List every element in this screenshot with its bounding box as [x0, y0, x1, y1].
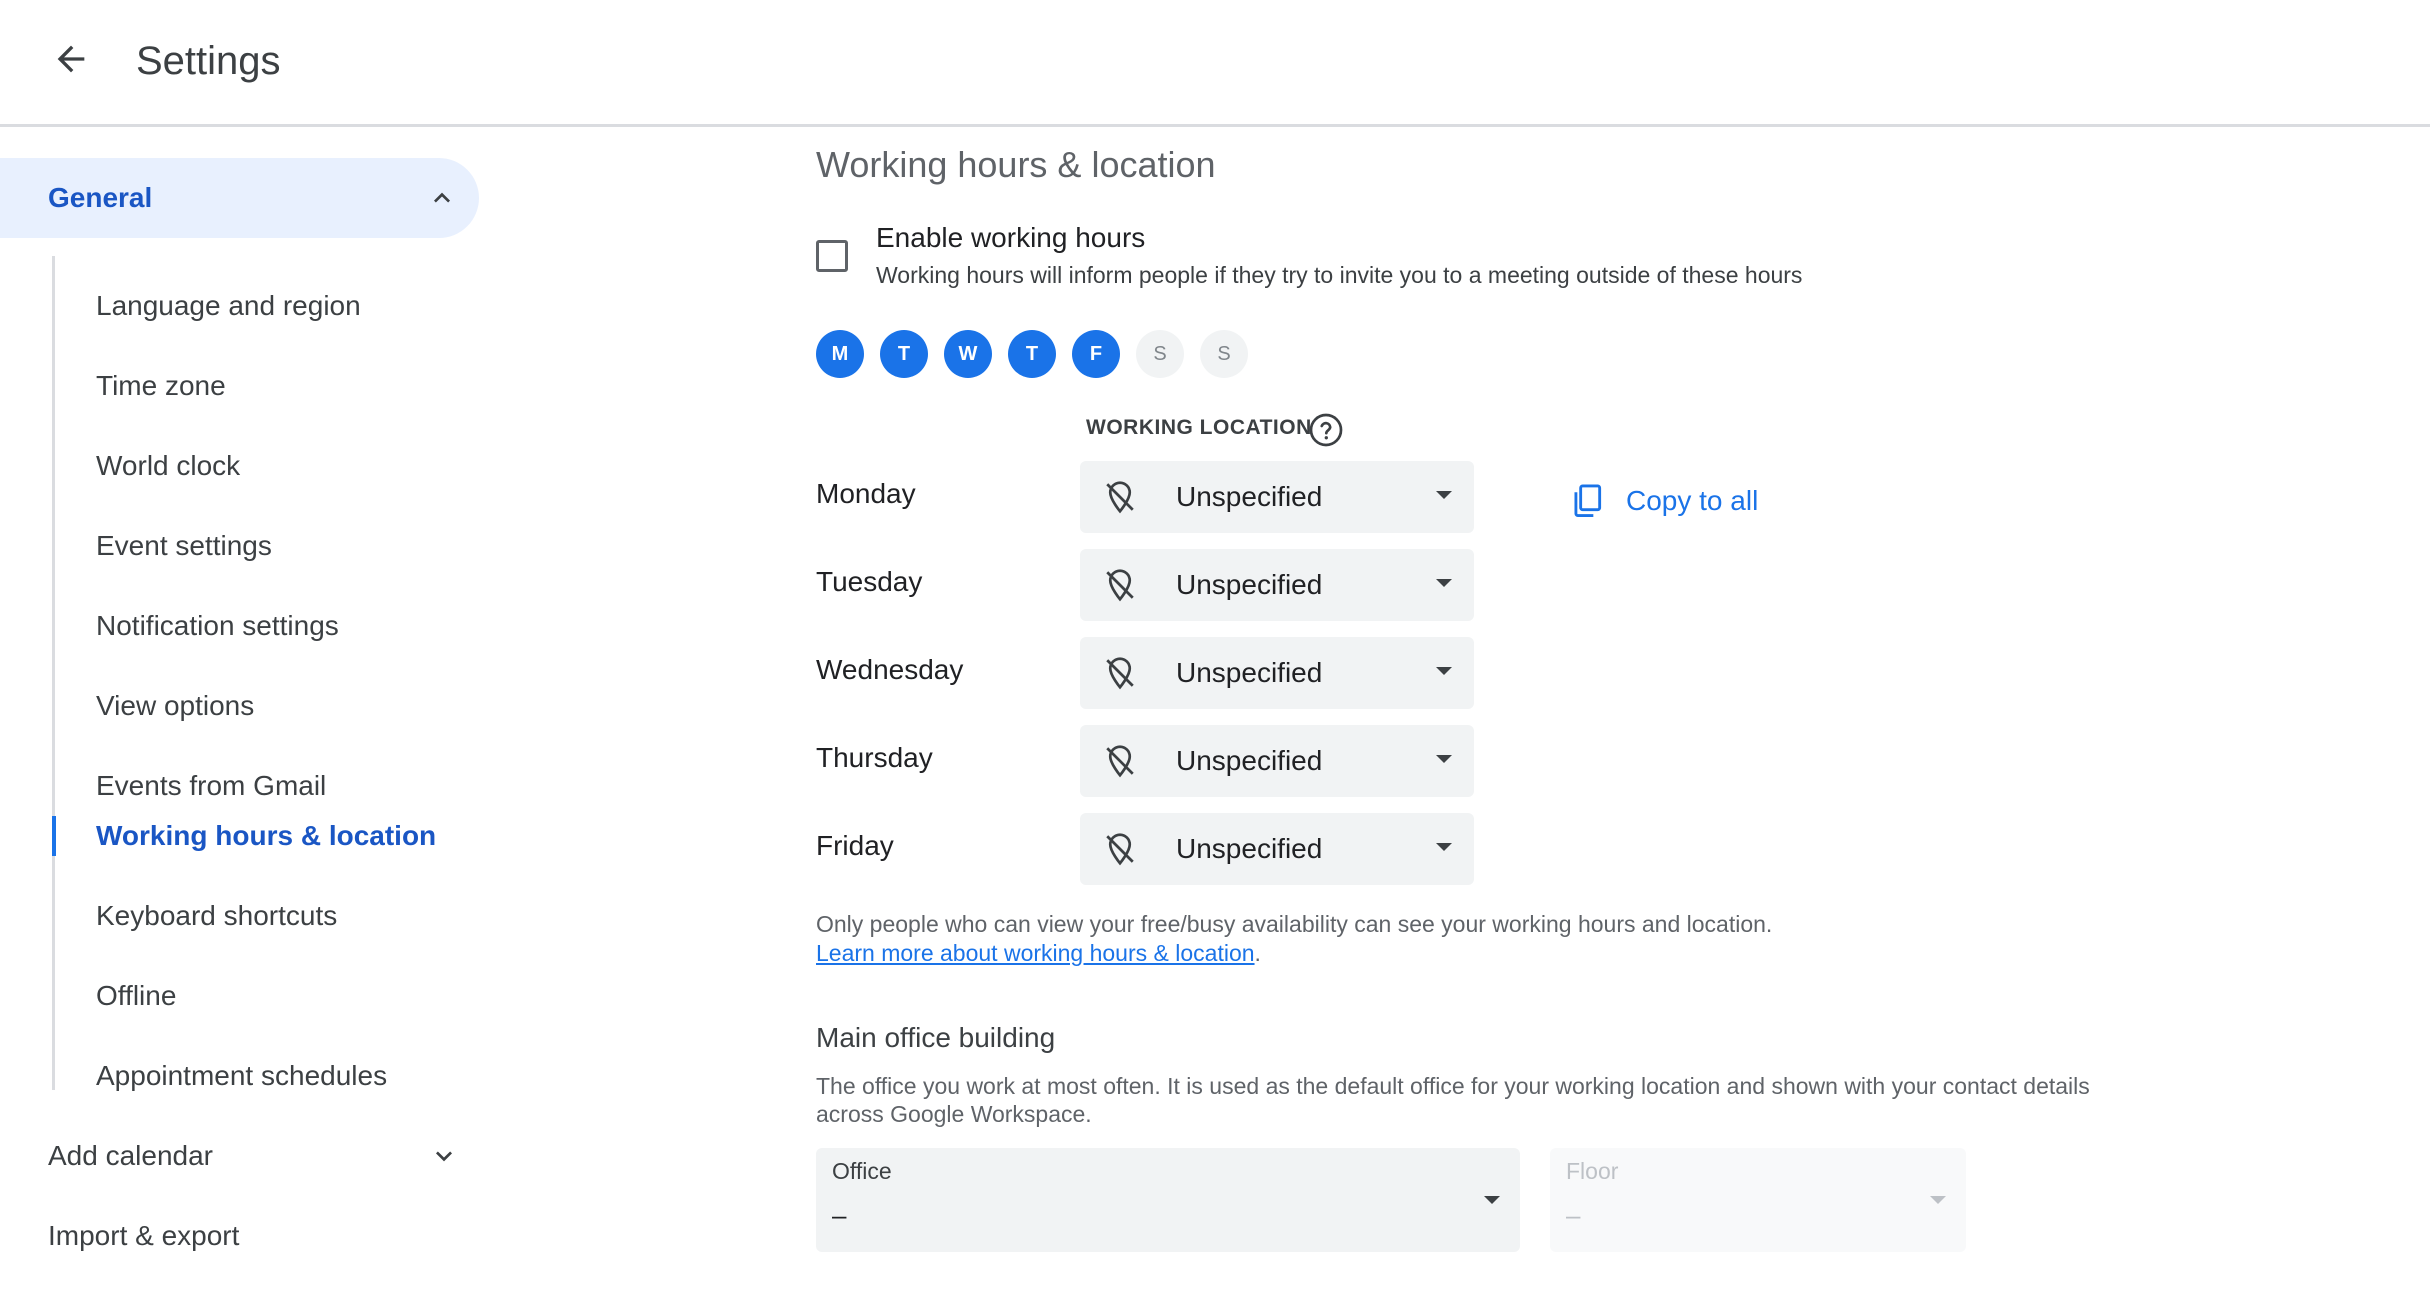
learn-more-suffix: . [1254, 940, 1261, 966]
sidebar-item-language-and-region[interactable]: Language and region [96, 276, 361, 336]
location-select-value: Unspecified [1176, 745, 1323, 776]
dropdown-arrow-icon [1436, 667, 1452, 675]
day-toggle-friday[interactable]: F [1072, 330, 1120, 378]
learn-more-link[interactable]: Learn more about working hours & locatio… [816, 940, 1255, 966]
location-off-icon [1106, 833, 1134, 866]
copy-to-all-label: Copy to all [1626, 485, 1759, 516]
copy-to-all-button[interactable]: Copy to all [1568, 476, 1758, 526]
sidebar-item-keyboard-shortcuts[interactable]: Keyboard shortcuts [96, 886, 337, 946]
location-off-icon [1106, 481, 1134, 514]
enable-working-hours-description: Working hours will inform people if they… [876, 262, 1803, 288]
day-toggle-wednesday[interactable]: W [944, 330, 992, 378]
section-title: Working hours & location [816, 144, 1216, 185]
main-office-title: Main office building [816, 1022, 1056, 1053]
sidebar-item-time-zone[interactable]: Time zone [96, 356, 226, 416]
sidebar-item-working-hours-location[interactable]: Working hours & location [96, 806, 436, 866]
sidebar-item-add-calendar[interactable]: Add calendar [48, 1126, 452, 1186]
page-title: Settings [136, 39, 281, 83]
app-header: Settings [0, 0, 2430, 127]
working-location-heading: WORKING LOCATION [1086, 416, 1312, 439]
sidebar-item-world-clock[interactable]: World clock [96, 436, 240, 496]
dropdown-arrow-icon [1436, 843, 1452, 851]
chevron-up-icon[interactable] [426, 182, 458, 214]
location-off-icon [1106, 657, 1134, 690]
sidebar-item-import-export[interactable]: Import & export [48, 1206, 239, 1266]
sidebar-item-general[interactable]: General [0, 158, 479, 238]
dropdown-arrow-icon [1436, 755, 1452, 763]
day-label-monday: Monday [816, 478, 916, 509]
dropdown-arrow-icon [1930, 1196, 1946, 1204]
day-toggle-monday[interactable]: M [816, 330, 864, 378]
office-select-label: Office [832, 1158, 892, 1184]
sidebar-item-view-options[interactable]: View options [96, 676, 254, 736]
day-label-tuesday: Tuesday [816, 566, 923, 597]
sidebar-item-event-settings[interactable]: Event settings [96, 516, 272, 576]
sidebar-item-notification-settings[interactable]: Notification settings [96, 596, 339, 656]
submenu-rail [52, 256, 55, 1090]
visibility-note: Only people who can view your free/busy … [816, 910, 1772, 968]
location-select-monday[interactable]: Unspecified [1080, 461, 1474, 533]
sidebar-item-label: Add calendar [48, 1140, 214, 1171]
location-select-tuesday[interactable]: Unspecified [1080, 549, 1474, 621]
visibility-note-text: Only people who can view your free/busy … [816, 911, 1773, 937]
day-toggle-sunday[interactable]: S [1200, 330, 1248, 378]
location-select-value: Unspecified [1176, 481, 1323, 512]
day-toggle-saturday[interactable]: S [1136, 330, 1184, 378]
active-indicator [52, 816, 56, 856]
floor-select: Floor – [1550, 1148, 1966, 1252]
settings-content: Working hours & location Enable working … [816, 126, 2416, 1308]
main-office-description: The office you work at most often. It is… [816, 1073, 2090, 1127]
location-select-thursday[interactable]: Unspecified [1080, 725, 1474, 797]
enable-working-hours-label[interactable]: Enable working hours [876, 222, 1145, 254]
sidebar-item-appointment-schedules[interactable]: Appointment schedules [96, 1046, 387, 1106]
dropdown-arrow-icon [1436, 579, 1452, 587]
arrow-back-icon [57, 45, 85, 73]
day-label-friday: Friday [816, 830, 894, 861]
location-select-value: Unspecified [1176, 657, 1323, 688]
location-off-icon [1106, 569, 1134, 602]
floor-select-value: – [1566, 1200, 1581, 1230]
copy-icon [1574, 484, 1602, 517]
settings-sidebar: General Language and region Time zone Wo… [0, 126, 500, 1308]
day-toggle-thursday[interactable]: T [1008, 330, 1056, 378]
floor-select-label: Floor [1566, 1158, 1619, 1184]
dropdown-arrow-icon [1484, 1196, 1500, 1204]
day-toggle-tuesday[interactable]: T [880, 330, 928, 378]
sidebar-item-offline[interactable]: Offline [96, 966, 176, 1026]
day-label-wednesday: Wednesday [816, 654, 964, 685]
office-select-value: – [832, 1200, 847, 1230]
back-button[interactable] [46, 34, 96, 84]
location-off-icon [1106, 745, 1134, 778]
enable-working-hours-checkbox[interactable] [816, 240, 848, 272]
day-label-thursday: Thursday [816, 742, 933, 773]
help-icon[interactable] [1308, 412, 1344, 448]
dropdown-arrow-icon [1436, 491, 1452, 499]
sidebar-item-label: General [48, 182, 153, 213]
location-select-value: Unspecified [1176, 833, 1323, 864]
location-select-value: Unspecified [1176, 569, 1323, 600]
location-select-wednesday[interactable]: Unspecified [1080, 637, 1474, 709]
office-select[interactable]: Office – [816, 1148, 1520, 1252]
chevron-down-icon[interactable] [428, 1140, 460, 1172]
location-select-friday[interactable]: Unspecified [1080, 813, 1474, 885]
